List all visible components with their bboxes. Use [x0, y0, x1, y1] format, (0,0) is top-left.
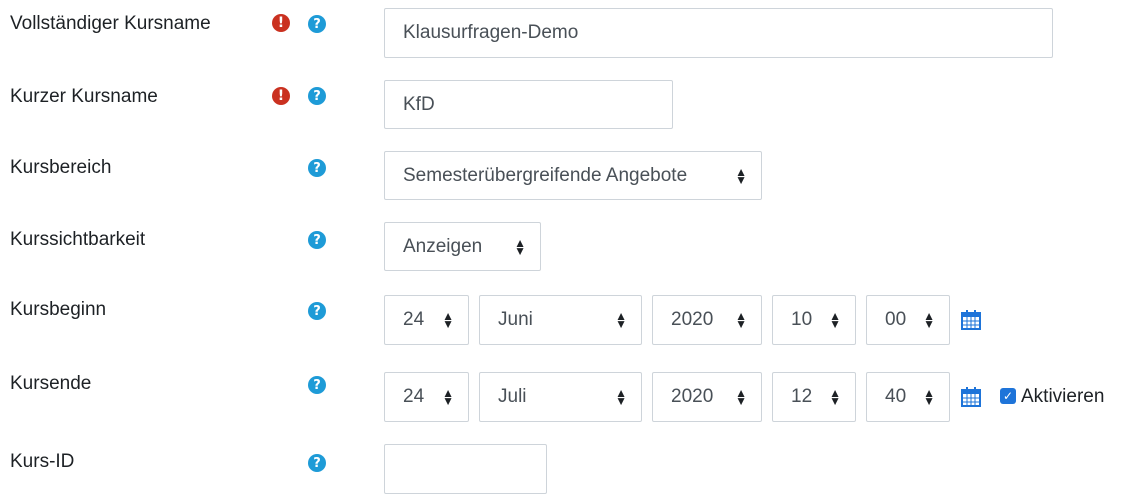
startdate-month-value: Juni — [498, 309, 533, 330]
enddate-hour-value: 12 — [791, 386, 813, 407]
help-icon[interactable]: ? — [308, 87, 326, 105]
enddate-month-select[interactable]: Juli ▲ ▼ — [479, 372, 642, 422]
enddate-minute-value: 40 — [885, 386, 907, 407]
select-arrows-icon: ▲ ▼ — [735, 386, 747, 408]
shortname-input[interactable]: KfD — [384, 80, 673, 129]
select-arrows-icon: ▲ ▼ — [829, 386, 841, 408]
startdate-hour-value: 10 — [791, 309, 813, 330]
select-arrows-icon: ▲ ▼ — [829, 309, 841, 331]
help-icon[interactable]: ? — [308, 454, 326, 472]
help-icon[interactable]: ? — [308, 15, 326, 33]
visibility-value: Anzeigen — [403, 235, 483, 257]
calendar-icon[interactable] — [961, 387, 981, 407]
select-arrows-icon: ▲ ▼ — [923, 386, 935, 408]
select-arrows-icon: ▲ ▼ — [442, 386, 454, 408]
startdate-year-select[interactable]: 2020 ▲ ▼ — [652, 295, 762, 345]
calendar-icon[interactable] — [961, 310, 981, 330]
startdate-year-value: 2020 — [671, 309, 714, 330]
idnumber-label: Kurs-ID — [10, 451, 75, 472]
select-arrows-icon: ▲ ▼ — [735, 164, 747, 187]
enddate-enable-label[interactable]: Aktivieren — [1021, 386, 1104, 408]
required-icon: ! — [272, 87, 290, 105]
enddate-label: Kursende — [10, 373, 92, 394]
visibility-label: Kurssichtbarkeit — [10, 229, 146, 250]
fullname-label: Vollständiger Kursname — [10, 13, 211, 34]
select-arrows-icon: ▲ ▼ — [923, 309, 935, 331]
select-arrows-icon: ▲ ▼ — [514, 235, 526, 258]
fullname-value: Klausurfragen-Demo — [403, 22, 579, 43]
fullname-input[interactable]: Klausurfragen-Demo — [384, 8, 1053, 58]
category-select[interactable]: Semesterübergreifende Angebote ▲ ▼ — [384, 151, 762, 200]
enddate-year-select[interactable]: 2020 ▲ ▼ — [652, 372, 762, 422]
enddate-minute-select[interactable]: 40 ▲ ▼ — [866, 372, 950, 422]
help-icon[interactable]: ? — [308, 376, 326, 394]
enddate-hour-select[interactable]: 12 ▲ ▼ — [772, 372, 856, 422]
category-label: Kursbereich — [10, 157, 112, 178]
select-arrows-icon: ▲ ▼ — [735, 309, 747, 331]
enddate-year-value: 2020 — [671, 386, 714, 407]
visibility-select[interactable]: Anzeigen ▲ ▼ — [384, 222, 541, 271]
enddate-day-select[interactable]: 24 ▲ ▼ — [384, 372, 469, 422]
help-icon[interactable]: ? — [308, 302, 326, 320]
startdate-minute-value: 00 — [885, 309, 907, 330]
enddate-month-value: Juli — [498, 386, 527, 407]
select-arrows-icon: ▲ ▼ — [615, 309, 627, 331]
startdate-month-select[interactable]: Juni ▲ ▼ — [479, 295, 642, 345]
startdate-day-select[interactable]: 24 ▲ ▼ — [384, 295, 469, 345]
idnumber-input[interactable] — [384, 444, 547, 494]
startdate-minute-select[interactable]: 00 ▲ ▼ — [866, 295, 950, 345]
help-icon[interactable]: ? — [308, 159, 326, 177]
select-arrows-icon: ▲ ▼ — [442, 309, 454, 331]
startdate-day-value: 24 — [403, 309, 425, 330]
shortname-value: KfD — [403, 93, 435, 115]
enddate-enable-checkbox[interactable]: ✓ — [1000, 388, 1016, 404]
startdate-hour-select[interactable]: 10 ▲ ▼ — [772, 295, 856, 345]
required-icon: ! — [272, 14, 290, 32]
enddate-day-value: 24 — [403, 386, 425, 407]
shortname-label: Kurzer Kursname — [10, 86, 158, 107]
help-icon[interactable]: ? — [308, 231, 326, 249]
startdate-label: Kursbeginn — [10, 299, 107, 320]
category-value: Semesterübergreifende Angebote — [403, 164, 688, 186]
select-arrows-icon: ▲ ▼ — [615, 386, 627, 408]
